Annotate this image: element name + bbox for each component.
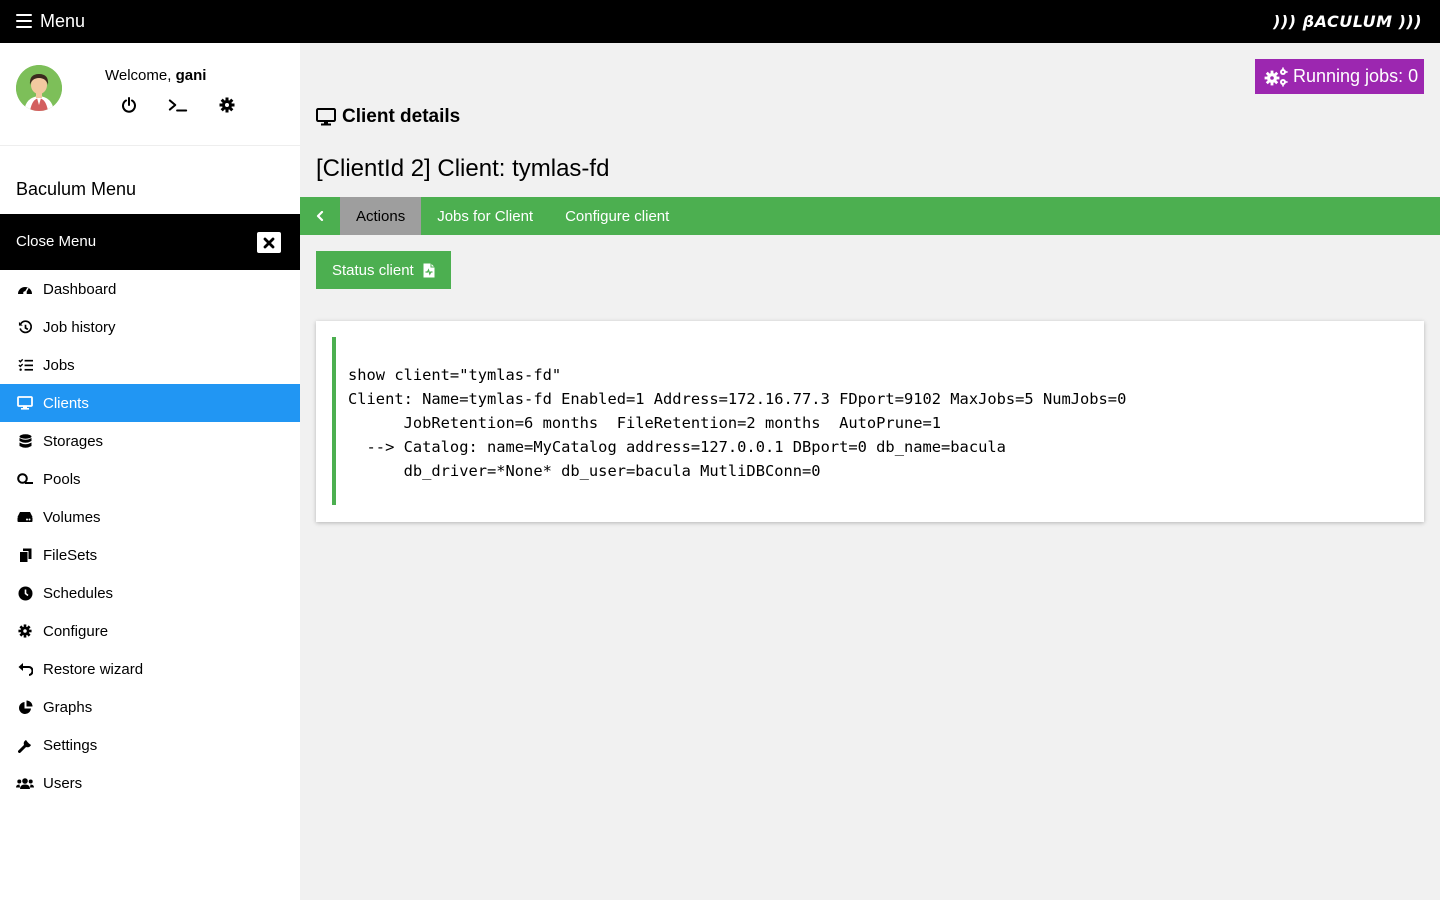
sidebar-item-filesets[interactable]: FileSets [0,536,300,574]
tasks-icon [16,357,34,373]
desktop-icon [316,108,336,126]
sidebar-item-label: Volumes [43,508,101,526]
output-line: JobRetention=6 months FileRetention=2 mo… [348,414,942,432]
close-icon[interactable] [257,232,281,253]
sidebar-item-label: FileSets [43,546,98,564]
section-title-text: Client details [342,106,461,127]
running-jobs-button[interactable]: Running jobs: 0 [1255,59,1424,94]
welcome-label: Welcome, [105,67,172,84]
sidebar-item-label: Storages [43,432,104,450]
output-line: show client="tymlas-fd" [348,366,562,384]
running-jobs-label: Running jobs: 0 [1293,66,1419,86]
sidebar-item-clients[interactable]: Clients [0,384,300,422]
sidebar-title: Baculum Menu [16,179,137,199]
menu-toggle-button[interactable]: Menu [16,10,85,32]
command-output: show client="tymlas-fd" Client: Name=tym… [332,337,1408,505]
sidebar-item-label: Users [43,774,83,792]
users-icon [16,775,34,791]
section-title: Client details [316,106,460,128]
tab-configure-client[interactable]: Configure client [549,197,685,235]
avatar [16,65,62,111]
baculum-logo: ))) βACULUM ))) [1273,12,1422,31]
gear-icon[interactable] [217,95,237,115]
welcome-text: Welcome, gani [105,67,206,84]
gears-icon [1264,67,1288,86]
sidebar-item-label: Configure [43,622,109,640]
sidebar-item-restore-wizard[interactable]: Restore wizard [0,650,300,688]
username: gani [175,67,207,84]
close-menu-label: Close Menu [16,233,97,250]
copy-icon [16,547,34,563]
sidebar-item-pools[interactable]: Pools [0,460,300,498]
sidebar-item-job-history[interactable]: Job history [0,308,300,346]
hamburger-icon [16,14,32,28]
sidebar-item-label: Schedules [43,584,114,602]
undo-icon [16,661,34,677]
output-line: --> Catalog: name=MyCatalog address=127.… [348,438,1006,456]
tab-jobs-for-client[interactable]: Jobs for Client [421,197,549,235]
sidebar-item-label: Graphs [43,698,93,716]
terminal-icon[interactable] [168,95,188,115]
chart-pie-icon [16,699,34,715]
sidebar-item-label: Dashboard [43,280,117,298]
pool-icon [16,471,34,487]
sidebar-item-dashboard[interactable]: Dashboard [0,270,300,308]
close-menu-button[interactable]: Close Menu [0,214,300,270]
sidebar-item-label: Settings [43,736,98,754]
output-card: show client="tymlas-fd" Client: Name=tym… [316,321,1424,522]
tab-actions[interactable]: Actions [340,197,422,235]
database-icon [16,433,34,449]
sidebar-item-volumes[interactable]: Volumes [0,498,300,536]
sidebar-item-users[interactable]: Users [0,764,300,802]
status-client-label: Status client [332,261,414,279]
user-box: Welcome, gani [0,43,300,146]
output-line: Client: Name=tymlas-fd Enabled=1 Address… [348,390,1127,408]
hdd-icon [16,509,34,525]
page-title: [ClientId 2] Client: tymlas-fd [316,155,610,182]
sidebar: Welcome, gani Baculum Menu Close Menu Da… [0,43,300,900]
output-line: db_driver=*None* db_user=bacula MutliDBC… [348,462,821,480]
top-bar: Menu ))) βACULUM ))) [0,0,1440,43]
chevron-left-icon [316,211,324,221]
desktop-icon [16,395,34,411]
sidebar-item-storages[interactable]: Storages [0,422,300,460]
output-text: show client="tymlas-fd" Client: Name=tym… [348,363,1126,483]
tab-bar: Actions Jobs for Client Configure client [300,197,1440,235]
menu-label: Menu [40,11,86,31]
sidebar-item-label: Restore wizard [43,660,144,678]
file-medical-icon [423,263,435,277]
sidebar-item-schedules[interactable]: Schedules [0,574,300,612]
sidebar-item-label: Clients [43,394,89,412]
sidebar-item-label: Jobs [43,356,75,374]
sidebar-nav: Dashboard Job history Jobs Clients Stora… [0,270,300,802]
user-actions [119,95,266,115]
sidebar-item-configure[interactable]: Configure [0,612,300,650]
dashboard-icon [16,281,34,297]
sidebar-item-jobs[interactable]: Jobs [0,346,300,384]
sidebar-item-label: Pools [43,470,81,488]
sidebar-item-label: Job history [43,318,116,336]
wrench-icon [16,737,34,753]
sidebar-item-graphs[interactable]: Graphs [0,688,300,726]
power-icon[interactable] [119,95,139,115]
cog-icon [16,623,34,639]
status-client-button[interactable]: Status client [316,251,451,289]
sidebar-item-settings[interactable]: Settings [0,726,300,764]
clock-icon [16,585,34,601]
tab-back-button[interactable] [300,197,340,235]
history-icon [16,319,34,335]
